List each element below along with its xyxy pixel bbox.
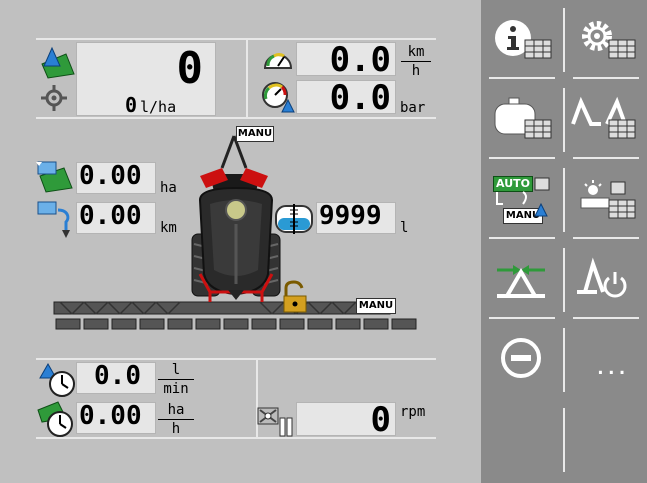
field-settings-softkey[interactable] bbox=[567, 160, 647, 238]
softkey-divider-vertical bbox=[563, 8, 565, 72]
info-icon bbox=[495, 20, 552, 59]
work-rate-unit-top: ha bbox=[167, 402, 185, 418]
softkey-divider-vertical bbox=[563, 88, 565, 152]
tank-volume-box: 9999 bbox=[316, 201, 396, 234]
pto-shaft-icon bbox=[256, 402, 296, 438]
softkey-divider-vertical bbox=[563, 248, 565, 312]
bottom-separator-top bbox=[36, 358, 436, 360]
pressure-unit: bar bbox=[400, 100, 426, 116]
work-rate-unit-bottom: h bbox=[171, 421, 181, 437]
work-rate-icon bbox=[36, 400, 78, 438]
info-softkey[interactable] bbox=[483, 0, 563, 78]
application-rate-small: 0 bbox=[125, 93, 138, 117]
flow-box: 0.0 bbox=[76, 361, 156, 394]
pressure-box: 0.0 bbox=[296, 78, 396, 118]
speed-box: 0.0 bbox=[296, 40, 396, 80]
tank-volume-value: 9999 bbox=[319, 201, 382, 231]
work-rate-value: 0.00 bbox=[79, 401, 142, 431]
boom-power-softkey[interactable] bbox=[567, 240, 647, 318]
flow-value: 0.0 bbox=[94, 361, 141, 391]
pto-value: 0 bbox=[370, 400, 391, 440]
tank-volume-unit: l bbox=[400, 220, 409, 236]
mode-top-badge: MANU bbox=[236, 126, 274, 142]
speed-value: 0.0 bbox=[329, 40, 391, 80]
boom-fold-icon bbox=[571, 96, 636, 139]
flow-unit-top: l bbox=[171, 362, 181, 378]
auto-manu-softkey[interactable]: AUTO MANU bbox=[483, 160, 563, 238]
softkey-divider-vertical bbox=[563, 168, 565, 232]
softkey-divider-vertical bbox=[563, 408, 565, 472]
speed-unit-bottom: h bbox=[411, 63, 421, 79]
softkey-panel: AUTO MANU ... bbox=[481, 0, 647, 483]
more-softkey[interactable]: ... bbox=[567, 320, 647, 398]
settings-softkey[interactable] bbox=[567, 0, 647, 78]
pressure-value: 0.0 bbox=[329, 78, 391, 118]
pressure-gauge-icon bbox=[260, 80, 296, 114]
minus-circle-icon bbox=[501, 338, 541, 378]
softkey-divider-vertical bbox=[563, 328, 565, 392]
pto-box: 0 bbox=[296, 400, 396, 440]
top-vertical-separator bbox=[246, 38, 248, 118]
gear-icon bbox=[582, 21, 636, 59]
mode-boom-label: MANU bbox=[358, 300, 394, 311]
application-rate-value: 0 bbox=[176, 43, 204, 94]
speed-unit-top: km bbox=[407, 44, 425, 60]
tank-icon bbox=[274, 202, 316, 236]
tank-table-icon bbox=[494, 97, 552, 139]
switch-arrows-icon bbox=[496, 177, 550, 217]
mode-top-label: MANU bbox=[237, 128, 273, 139]
minus-softkey[interactable] bbox=[483, 320, 563, 398]
work-rate-box: 0.00 bbox=[76, 401, 156, 434]
work-rate-unit: ha h bbox=[158, 402, 194, 437]
flow-unit-bottom: min bbox=[163, 381, 189, 397]
boom-settings-softkey[interactable] bbox=[567, 80, 647, 158]
mode-boom-badge: MANU bbox=[356, 298, 396, 314]
boom-center-softkey[interactable] bbox=[483, 240, 563, 318]
flow-unit: l min bbox=[158, 362, 194, 397]
crosshair-icon bbox=[40, 84, 68, 112]
tank-settings-softkey[interactable] bbox=[483, 80, 563, 158]
speed-unit: km h bbox=[401, 44, 431, 79]
pto-unit: rpm bbox=[400, 404, 426, 420]
speedometer-icon bbox=[262, 46, 294, 72]
boom-center-icon bbox=[497, 265, 545, 298]
application-rate-unit: l/ha bbox=[140, 98, 177, 116]
flow-timer-icon bbox=[38, 362, 78, 398]
boom-power-icon bbox=[577, 257, 627, 298]
more-label: ... bbox=[595, 358, 628, 379]
sprayer-sun-icon bbox=[580, 180, 636, 219]
application-rate-box: 0 0 l/ha bbox=[76, 42, 216, 117]
field-area-icon bbox=[40, 44, 76, 80]
